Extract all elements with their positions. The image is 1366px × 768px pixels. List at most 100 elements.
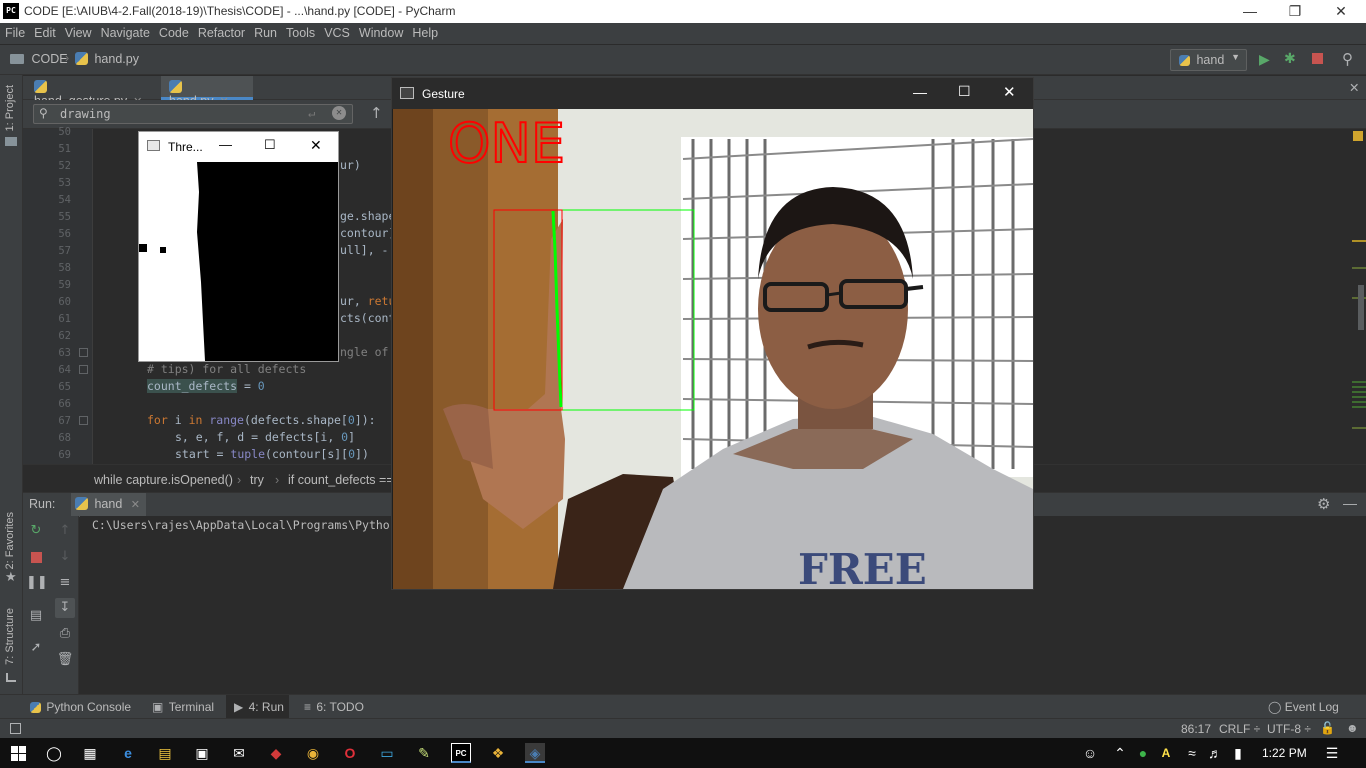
mail-icon[interactable]: ✉: [229, 743, 249, 763]
python-taskbar-icon[interactable]: ◈: [525, 743, 545, 763]
tray-app-icon[interactable]: A: [1156, 743, 1176, 763]
scroll-to-end-icon[interactable]: ↧: [55, 598, 75, 618]
soft-wrap-icon[interactable]: ≡: [55, 573, 75, 593]
python-console-icon: [30, 702, 41, 713]
gesture-window-titlebar[interactable]: Gesture — ☐ ✕: [392, 78, 1033, 109]
menu-vcs[interactable]: VCS: [320, 23, 354, 45]
line-separator[interactable]: CRLF ÷: [1219, 722, 1260, 736]
people-icon[interactable]: ☺: [1080, 743, 1100, 763]
file-explorer-icon[interactable]: ▤: [155, 743, 175, 763]
tray-app-icon[interactable]: ●: [1133, 743, 1153, 763]
gear-icon[interactable]: ⚙: [1317, 495, 1330, 513]
tab-run[interactable]: ▶ 4: Run: [226, 695, 289, 719]
clock[interactable]: 1:22 PM: [1262, 746, 1307, 760]
close-tab-icon[interactable]: ✕: [131, 499, 140, 511]
battery-icon[interactable]: ▮: [1228, 743, 1248, 763]
tab-python-console[interactable]: Python Console: [30, 695, 145, 719]
stop-icon[interactable]: [1312, 53, 1323, 64]
windows-start-icon[interactable]: [11, 746, 26, 761]
crumb-if[interactable]: if count_defects ==: [288, 473, 394, 487]
maximize-icon[interactable]: ☐: [958, 83, 971, 100]
minimize-icon[interactable]: —: [219, 137, 232, 152]
project-tool-tab[interactable]: 1: Project: [4, 85, 16, 131]
menu-run[interactable]: Run: [250, 23, 281, 45]
minimize-icon[interactable]: —: [913, 84, 927, 100]
close-icon[interactable]: ✕: [1003, 83, 1016, 101]
favorites-tool-tab[interactable]: 2: Favorites: [4, 512, 16, 569]
close-icon[interactable]: ✕: [1318, 0, 1364, 23]
menu-navigate[interactable]: Navigate: [97, 23, 154, 45]
run-icon[interactable]: ▶: [1259, 51, 1270, 68]
tab-todo[interactable]: ≡ 6: TODO: [304, 695, 369, 719]
breadcrumb-project[interactable]: CODE: [10, 52, 68, 66]
search-input[interactable]: ⚲ drawing ↵ ✕: [33, 104, 353, 124]
event-log-button[interactable]: ◯ Event Log: [1268, 695, 1348, 719]
menu-help[interactable]: Help: [408, 23, 442, 45]
menu-file[interactable]: File: [1, 23, 29, 45]
task-view-icon[interactable]: ▦: [80, 743, 100, 763]
chrome-icon[interactable]: ◉: [303, 743, 323, 763]
up-arrow-icon[interactable]: ↑: [55, 521, 75, 541]
tab-hand-gesture[interactable]: hand_gesture.py✕: [26, 76, 161, 108]
menu-edit[interactable]: Edit: [30, 23, 60, 45]
run-tab-hand[interactable]: hand ✕: [71, 493, 146, 517]
tab-hand[interactable]: hand.py✕: [161, 76, 253, 108]
fold-marker-icon[interactable]: [79, 348, 88, 357]
caret-position[interactable]: 86:17: [1181, 722, 1211, 736]
tab-terminal[interactable]: ▣ Terminal: [152, 695, 222, 719]
line-number: 69: [58, 449, 71, 461]
app-icon[interactable]: ▭: [377, 743, 397, 763]
store-icon[interactable]: ▣: [192, 743, 212, 763]
app-icon[interactable]: ◆: [266, 743, 286, 763]
close-icon[interactable]: ✕: [310, 137, 322, 154]
scrollbar-thumb[interactable]: [1358, 285, 1364, 330]
structure-tool-tab[interactable]: 7: Structure: [4, 608, 16, 665]
fold-marker-icon[interactable]: [79, 416, 88, 425]
file-encoding[interactable]: UTF-8 ÷: [1267, 722, 1311, 736]
crumb-while[interactable]: while capture.isOpened(): [94, 473, 233, 487]
menu-view[interactable]: View: [61, 23, 96, 45]
wifi-icon[interactable]: ≈: [1182, 743, 1202, 763]
volume-icon[interactable]: ♬: [1205, 743, 1225, 763]
notepad-icon[interactable]: ✎: [414, 743, 434, 763]
edge-icon[interactable]: e: [118, 743, 138, 763]
search-everywhere-icon[interactable]: ⚲: [1342, 50, 1353, 68]
trash-icon[interactable]: 🗑: [55, 650, 75, 670]
rerun-icon[interactable]: ↻: [26, 521, 46, 541]
print-icon[interactable]: ⎙: [55, 624, 75, 644]
clear-search-icon[interactable]: ✕: [332, 106, 346, 120]
menu-refactor[interactable]: Refactor: [194, 23, 249, 45]
threshold-window[interactable]: Thre... — ☐ ✕: [138, 131, 339, 362]
inspector-icon[interactable]: ☻: [1346, 721, 1359, 735]
run-config-select[interactable]: hand ▼: [1170, 49, 1247, 71]
app-icon[interactable]: ❖: [488, 743, 508, 763]
crumb-try[interactable]: try: [250, 473, 264, 487]
fold-marker-icon[interactable]: [79, 365, 88, 374]
gesture-window[interactable]: Gesture — ☐ ✕ FREE ONE: [391, 77, 1034, 590]
previous-occurrence-icon[interactable]: ↑: [370, 104, 383, 122]
minimize-icon[interactable]: —: [1227, 0, 1273, 23]
action-center-icon[interactable]: ☰: [1322, 743, 1342, 763]
menu-tools[interactable]: Tools: [282, 23, 319, 45]
lock-icon[interactable]: 🔓: [1320, 721, 1335, 735]
pycharm-taskbar-icon[interactable]: PC: [451, 743, 471, 763]
close-search-icon[interactable]: ✕: [1349, 80, 1359, 95]
chevron-up-icon[interactable]: ⌃: [1110, 743, 1130, 763]
stop-icon[interactable]: [31, 552, 42, 563]
opera-icon[interactable]: O: [340, 743, 360, 763]
hide-panel-icon[interactable]: —: [1343, 495, 1357, 511]
search-icon[interactable]: ◯: [44, 743, 64, 763]
layout-icon[interactable]: ▤: [26, 606, 46, 626]
pin-icon[interactable]: ➚: [26, 638, 46, 658]
pause-icon[interactable]: ❚❚: [26, 573, 48, 593]
menu-code[interactable]: Code: [155, 23, 193, 45]
down-arrow-icon[interactable]: ↓: [55, 547, 75, 567]
menu-window[interactable]: Window: [355, 23, 407, 45]
breadcrumb-file[interactable]: hand.py: [75, 52, 139, 66]
restore-icon[interactable]: ❐: [1272, 0, 1318, 23]
maximize-icon[interactable]: ☐: [264, 137, 276, 153]
debug-bug-icon[interactable]: ✱: [1284, 50, 1296, 67]
threshold-window-titlebar[interactable]: Thre... — ☐ ✕: [139, 132, 338, 162]
warning-icon[interactable]: [1353, 131, 1363, 141]
tool-windows-icon[interactable]: [10, 723, 21, 734]
